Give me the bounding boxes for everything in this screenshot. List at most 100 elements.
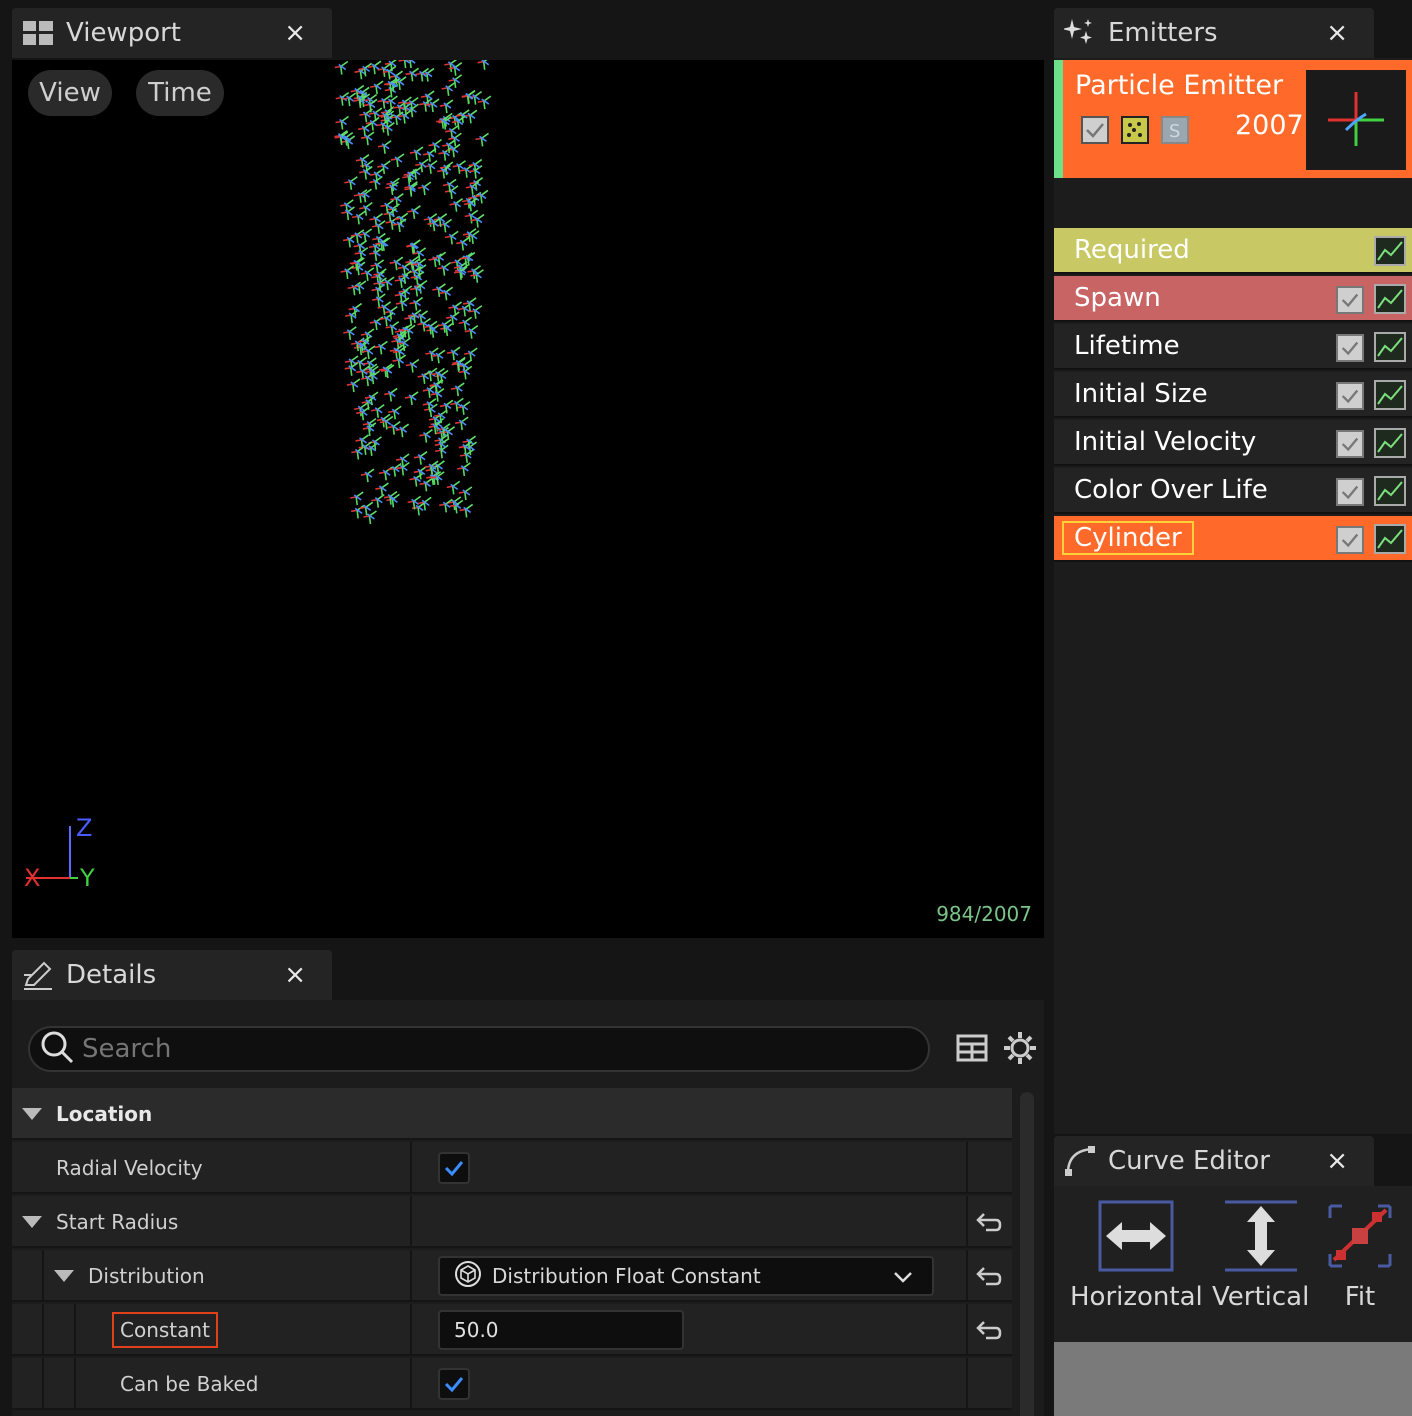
emitter-enable-checkbox[interactable]	[1081, 116, 1109, 144]
settings-gear-icon[interactable]	[1002, 1030, 1038, 1070]
particle-sprite	[405, 358, 420, 373]
curve-canvas[interactable]	[1054, 1342, 1412, 1416]
particle-sprite	[386, 177, 400, 192]
particle-sprite	[464, 209, 479, 224]
particle-sprite	[367, 60, 382, 75]
curve-graph-icon[interactable]	[1374, 332, 1406, 362]
reset-arrow-icon[interactable]	[974, 1316, 1002, 1344]
particle-sprite	[417, 181, 432, 196]
search-box[interactable]	[28, 1026, 930, 1072]
viewport-close-button[interactable]: ×	[284, 18, 306, 48]
particle-sprite	[357, 122, 372, 137]
emitters-title: Emitters	[1108, 18, 1218, 48]
emitter-card[interactable]: Particle Emitter S 2007	[1054, 60, 1412, 178]
particle-sprite	[434, 409, 448, 424]
viewport-tab[interactable]: Viewport ×	[12, 8, 332, 58]
particle-sprite	[456, 236, 470, 251]
module-label: Lifetime	[1074, 331, 1180, 361]
particle-sprite	[377, 140, 392, 154]
emitters-tab[interactable]: Emitters ×	[1054, 8, 1374, 58]
particle-sprite	[419, 429, 433, 443]
particle-sprite	[464, 347, 478, 362]
column-divider	[410, 1358, 412, 1410]
property-distribution[interactable]: Distribution Distribution Float Constant	[12, 1250, 1012, 1302]
view-button[interactable]: View	[28, 70, 112, 116]
module-enable-checkbox[interactable]	[1336, 478, 1364, 506]
indent-guide	[74, 1304, 76, 1356]
curve-editor-icon	[1064, 1145, 1096, 1177]
module-enable-checkbox[interactable]	[1336, 334, 1364, 362]
particle-sprite	[388, 405, 402, 420]
curve-graph-icon[interactable]	[1374, 236, 1406, 266]
column-divider	[966, 1250, 968, 1302]
vertical-fit-button[interactable]: Vertical	[1212, 1196, 1309, 1312]
emitters-panel: Particle Emitter S 2007 Required Spawn Lif…	[1054, 58, 1412, 1134]
module-row-initial-velocity[interactable]: Initial Velocity	[1054, 420, 1412, 466]
reset-arrow-icon[interactable]	[974, 1262, 1002, 1290]
particle-sprite	[422, 148, 437, 162]
module-enable-checkbox[interactable]	[1336, 526, 1364, 554]
constant-value-field[interactable]	[438, 1310, 684, 1350]
emitter-render-mode-icon[interactable]	[1121, 116, 1149, 144]
property-can-be-baked: Can be Baked	[12, 1358, 1012, 1410]
module-enable-checkbox[interactable]	[1336, 382, 1364, 410]
emitters-close-button[interactable]: ×	[1326, 18, 1348, 48]
module-label: Cylinder	[1062, 521, 1194, 555]
particle-sprite	[363, 510, 377, 525]
property-constant: Constant	[12, 1304, 1012, 1356]
module-row-lifetime[interactable]: Lifetime	[1054, 324, 1412, 370]
start-radius-label: Start Radius	[56, 1210, 179, 1234]
module-enable-checkbox[interactable]	[1336, 430, 1364, 458]
particle-sprite	[351, 210, 366, 225]
module-row-initial-size[interactable]: Initial Size	[1054, 372, 1412, 418]
particle-sprite	[446, 480, 461, 495]
module-row-cylinder[interactable]: Cylinder	[1054, 516, 1412, 562]
particle-sprite	[344, 176, 358, 190]
module-label: Color Over Life	[1074, 475, 1268, 505]
particle-sprite	[350, 491, 364, 506]
search-icon	[40, 1030, 74, 1068]
emitter-solo-icon[interactable]: S	[1161, 116, 1189, 144]
particle-sprite	[425, 347, 439, 362]
particle-sprite	[442, 178, 457, 193]
category-location[interactable]: Location	[12, 1088, 1012, 1140]
column-divider	[966, 1196, 968, 1248]
horizontal-fit-button[interactable]: Horizontal	[1070, 1196, 1203, 1312]
particle-sprite	[458, 486, 473, 501]
module-row-color-over-life[interactable]: Color Over Life	[1054, 468, 1412, 514]
distribution-cube-icon	[454, 1260, 482, 1292]
particle-sprite	[419, 477, 433, 492]
emitters-sparkle-icon	[1064, 17, 1096, 49]
module-row-required[interactable]: Required	[1054, 228, 1412, 274]
module-label: Initial Velocity	[1074, 427, 1257, 457]
time-button[interactable]: Time	[136, 70, 224, 116]
details-close-button[interactable]: ×	[284, 960, 306, 990]
viewport-canvas[interactable]: View Time Z X Y 984/2007	[12, 60, 1044, 938]
search-input[interactable]	[82, 1034, 862, 1064]
curve-graph-icon[interactable]	[1374, 428, 1406, 458]
property-start-radius[interactable]: Start Radius	[12, 1196, 1012, 1248]
curve-graph-icon[interactable]	[1374, 476, 1406, 506]
module-row-spawn[interactable]: Spawn	[1054, 276, 1412, 322]
curve-editor-tab[interactable]: Curve Editor ×	[1054, 1136, 1374, 1186]
can-be-baked-checkbox[interactable]	[438, 1368, 470, 1400]
module-enable-checkbox[interactable]	[1336, 286, 1364, 314]
curve-graph-icon[interactable]	[1374, 380, 1406, 410]
column-divider	[966, 1142, 968, 1194]
fit-button[interactable]: Fit	[1320, 1196, 1400, 1312]
can-be-baked-label: Can be Baked	[120, 1372, 259, 1396]
column-divider	[966, 1304, 968, 1356]
radial-velocity-checkbox[interactable]	[438, 1152, 470, 1184]
curve-graph-icon[interactable]	[1374, 284, 1406, 314]
distribution-dropdown[interactable]: Distribution Float Constant	[438, 1256, 934, 1296]
module-label: Spawn	[1074, 283, 1161, 313]
particle-sprite	[474, 189, 489, 204]
details-tab[interactable]: Details ×	[12, 950, 332, 1000]
table-view-icon[interactable]	[956, 1032, 988, 1068]
details-scrollbar[interactable]	[1020, 1092, 1034, 1416]
particle-sprite	[413, 451, 428, 465]
curve-editor-close-button[interactable]: ×	[1326, 1146, 1348, 1176]
fit-label: Fit	[1344, 1282, 1376, 1312]
reset-arrow-icon[interactable]	[974, 1208, 1002, 1236]
curve-graph-icon[interactable]	[1374, 524, 1406, 554]
